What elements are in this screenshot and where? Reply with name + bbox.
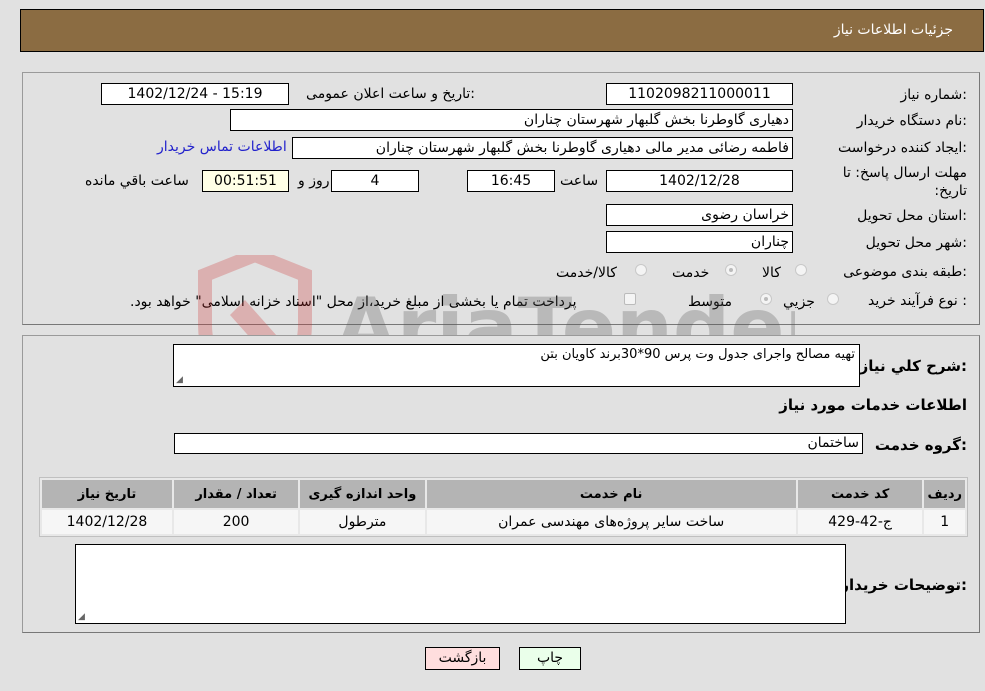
service-group-field: ساختمان	[174, 433, 863, 454]
description-textarea[interactable]: تهیه مصالح واجرای جدول وت پرس 90*30برند …	[173, 344, 860, 387]
description-label: شرح كلي نياز:	[859, 357, 967, 375]
province-label: استان محل تحویل:	[857, 208, 967, 224]
treasury-checkbox[interactable]	[624, 293, 636, 305]
col-header-service-code: کد خدمت	[797, 480, 923, 508]
description-text: تهیه مصالح واجرای جدول وت پرس 90*30برند …	[540, 347, 855, 362]
process-radio-medium[interactable]	[760, 293, 772, 305]
col-header-unit: واحد اندازه گیری	[300, 480, 425, 508]
buyer-org-label: نام دستگاه خریدار:	[856, 113, 967, 129]
services-table: ردیف کد خدمت نام خدمت واحد اندازه گیری ت…	[39, 477, 968, 537]
category-radio-goods-service[interactable]	[635, 264, 647, 276]
process-option-medium: متوسط	[688, 294, 732, 310]
page-title: جزئیات اطلاعات نیاز	[833, 22, 953, 38]
cell-unit: مترطول	[300, 510, 425, 534]
remaining-time-field: 00:51:51	[202, 170, 289, 192]
col-header-quantity: تعداد / مقدار	[173, 480, 299, 508]
announce-field: 1402/12/24 - 15:19	[101, 83, 289, 105]
creator-label: ایجاد کننده درخواست:	[838, 140, 967, 156]
remaining-label: ساعت باقي مانده	[85, 173, 189, 189]
print-button[interactable]: چاپ	[519, 647, 581, 670]
table-header-row: ردیف کد خدمت نام خدمت واحد اندازه گیری ت…	[42, 480, 965, 508]
deadline-time-label: ساعت	[560, 173, 599, 189]
service-group-label: گروه خدمت:	[874, 436, 967, 454]
cell-service-code: ج-42-429	[797, 510, 923, 534]
days-label: روز و	[298, 173, 330, 189]
col-header-row-number: ردیف	[924, 480, 965, 508]
province-field: خراسان رضوی	[606, 204, 793, 226]
cell-need-date: 1402/12/28	[42, 510, 172, 534]
table-row: 1 ج-42-429 ساخت سایر پروژه‌های مهندسی عم…	[42, 510, 965, 534]
col-header-need-date: تاریخ نیاز	[42, 480, 172, 508]
back-button[interactable]: بازگشت	[425, 647, 500, 670]
deadline-time-field: 16:45	[467, 170, 555, 192]
page-header: جزئیات اطلاعات نیاز	[20, 9, 984, 52]
resize-grip-icon[interactable]: ◢	[176, 375, 183, 385]
need-number-label: شماره نیاز:	[900, 87, 967, 103]
category-label: طبقه بندی موضوعی:	[843, 264, 967, 280]
col-header-service-name: نام خدمت	[426, 480, 796, 508]
category-option-goods-service: کالا/خدمت	[556, 265, 617, 281]
days-remaining-field: 4	[331, 170, 419, 192]
treasury-note: پرداخت تمام یا بخشی از مبلغ خرید،از محل …	[130, 294, 577, 310]
buyer-notes-textarea[interactable]: ◢	[75, 544, 846, 624]
process-label: نوع فرآیند خرید :	[868, 293, 967, 309]
process-option-minor: جزيي	[783, 294, 815, 310]
buyer-contact-link[interactable]: اطلاعات تماس خریدار	[157, 139, 287, 155]
category-option-goods: کالا	[762, 265, 781, 281]
city-field: چناران	[606, 231, 793, 253]
need-number-field: 1102098211000011	[606, 83, 793, 105]
cell-service-name: ساخت سایر پروژه‌های مهندسی عمران	[426, 510, 796, 534]
buyer-org-field: دهیاری گاوطرنا بخش گلبهار شهرستان چناران	[230, 109, 793, 131]
deadline-date-field: 1402/12/28	[606, 170, 793, 192]
announce-label: تاریخ و ساعت اعلان عمومی:	[306, 86, 475, 102]
cell-row-number: 1	[924, 510, 965, 534]
category-radio-service[interactable]	[725, 264, 737, 276]
resize-grip-icon[interactable]: ◢	[78, 612, 85, 622]
category-option-service: خدمت	[672, 265, 710, 281]
creator-field: فاطمه رضائی مدیر مالی دهیاری گاوطرنا بخش…	[292, 137, 793, 159]
deadline-label: مهلت ارسال پاسخ: تا تاریخ:	[842, 165, 967, 199]
city-label: شهر محل تحویل:	[865, 235, 967, 251]
cell-quantity: 200	[173, 510, 299, 534]
category-radio-goods[interactable]	[795, 264, 807, 276]
services-section-title: اطلاعات خدمات مورد نیاز	[779, 396, 967, 414]
buyer-notes-label: توضیحات خریدار:	[840, 576, 967, 594]
process-radio-minor[interactable]	[827, 293, 839, 305]
